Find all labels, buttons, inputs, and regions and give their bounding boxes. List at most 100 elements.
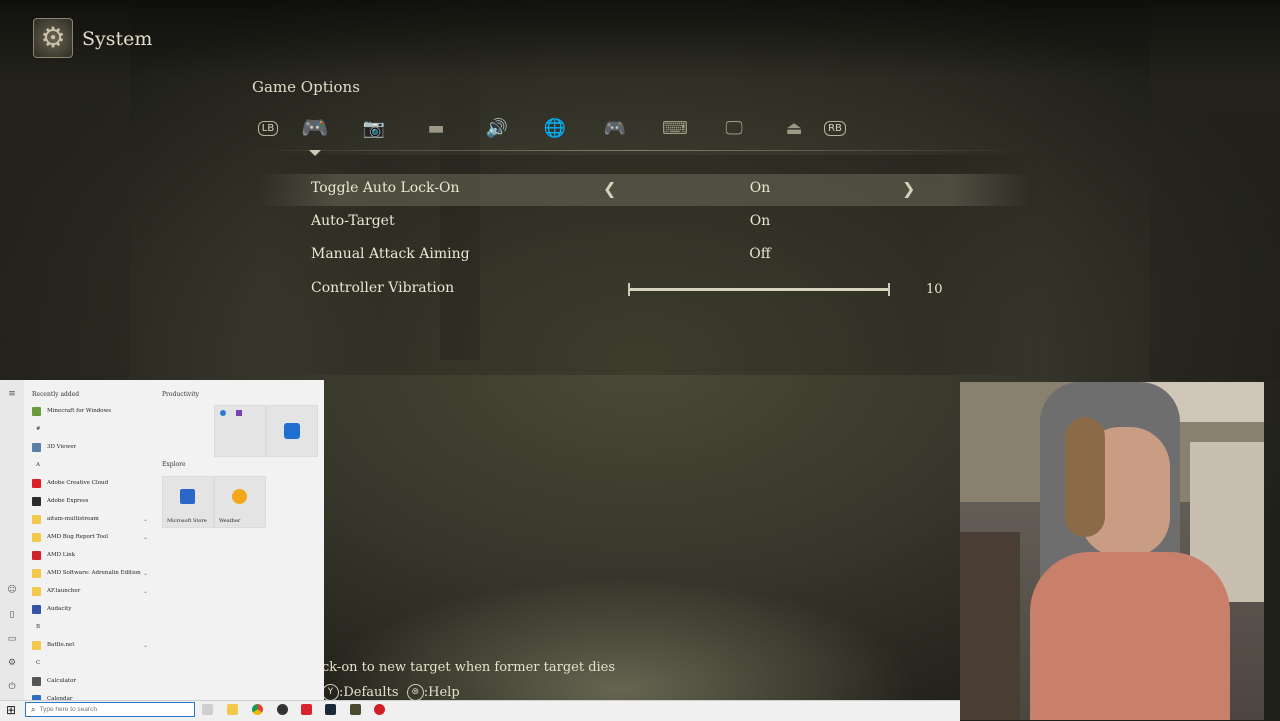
app-list-letter-header[interactable]: A: [36, 462, 40, 468]
chevron-down-icon[interactable]: ⌄: [143, 642, 148, 649]
system-header-bar: [0, 0, 1280, 78]
app-icon: [32, 604, 41, 614]
windows-start-icon[interactable]: ⊞: [4, 703, 18, 717]
app-list-item[interactable]: Calculator: [32, 674, 150, 688]
app-label: Adobe Express: [47, 498, 89, 504]
tab-network-icon[interactable]: 🌐: [537, 113, 573, 143]
tab-quit-icon[interactable]: ⏏: [776, 113, 812, 143]
app-list-item[interactable]: Adobe Creative Cloud: [32, 476, 150, 490]
productivity-header: Productivity: [162, 391, 200, 398]
adobe-icon[interactable]: [301, 704, 312, 715]
onenote-icon: [236, 410, 242, 416]
help-hint[interactable]: :Help: [424, 685, 460, 700]
microsoft-store-tile[interactable]: Microsoft Store: [162, 476, 214, 528]
task-view-icon[interactable]: [202, 704, 213, 715]
app-list-item[interactable]: AMD Link: [32, 548, 150, 562]
chevron-down-icon[interactable]: ⌄: [143, 570, 148, 577]
app-label: AMD Software: Adrenalin Edition: [47, 570, 141, 576]
option-label: Controller Vibration: [311, 280, 455, 296]
gear-icon: ⚙: [33, 18, 73, 58]
option-help-text: ck-on to new target when former target d…: [322, 660, 616, 675]
app-icon: [32, 478, 41, 488]
option-value: Off: [749, 246, 771, 262]
app-label: Adobe Creative Cloud: [47, 480, 109, 486]
app-label: aitum-multistream: [47, 516, 99, 522]
app-list-item[interactable]: aitum-multistream ⌄: [32, 512, 150, 526]
user-icon[interactable]: ☺: [6, 585, 18, 595]
app-label: AMD Link: [47, 552, 76, 558]
arrow-left-icon[interactable]: ❮: [603, 179, 616, 198]
file-explorer-icon[interactable]: [227, 704, 238, 715]
defaults-hint[interactable]: :Defaults: [339, 685, 398, 700]
rb-bumper-icon[interactable]: RB: [817, 113, 853, 143]
app-list-letter-header[interactable]: C: [36, 660, 40, 666]
taskbar-search-box[interactable]: ⌕: [25, 702, 195, 717]
app-list-item[interactable]: Minecraft for Windows: [32, 404, 150, 418]
app-list-item[interactable]: Adobe Express: [32, 494, 150, 508]
obs-icon[interactable]: [277, 704, 288, 715]
app-list-item[interactable]: Audacity: [32, 602, 150, 616]
app-list-item[interactable]: AMD Bug Report Tool ⌄: [32, 530, 150, 544]
steam-icon[interactable]: [325, 704, 336, 715]
settings-icon[interactable]: ⚙: [6, 658, 18, 668]
app-list-item[interactable]: AF.launcher ⌄: [32, 584, 150, 598]
option-label: Manual Attack Aiming: [311, 246, 470, 262]
chevron-down-icon[interactable]: ⌄: [143, 588, 148, 595]
tab-sound-icon[interactable]: 🔊: [479, 113, 515, 143]
option-label: Toggle Auto Lock-On: [311, 180, 460, 196]
tab-controls-icon[interactable]: 🎮: [597, 113, 633, 143]
start-menu-rail: ≡ ☺ ▯ ▭ ⚙ ⏻: [0, 380, 24, 700]
vibration-slider-track[interactable]: [629, 288, 889, 291]
tab-camera-icon[interactable]: 📷: [356, 113, 392, 143]
app-list-letter-header[interactable]: #: [36, 426, 41, 432]
option-toggle-auto-lock-on[interactable]: Toggle Auto Lock-On ❮ On ❯: [260, 174, 1030, 206]
option-manual-attack-aiming[interactable]: Manual Attack Aiming Off: [260, 240, 1030, 272]
app-list-item[interactable]: Battle.net ⌄: [32, 638, 150, 652]
outlook-tile[interactable]: [266, 405, 318, 457]
chrome-icon[interactable]: [252, 704, 263, 715]
tab-display-icon[interactable]: ▬: [418, 113, 454, 143]
app-label: Minecraft for Windows: [47, 408, 112, 414]
arrow-right-icon[interactable]: ❯: [902, 179, 915, 198]
app-label: Audacity: [47, 606, 72, 612]
outlook-icon: [220, 410, 226, 416]
option-label: Auto-Target: [311, 213, 395, 229]
outlook-icon: [284, 423, 300, 439]
app-label: AMD Bug Report Tool: [47, 534, 109, 540]
app-list-item[interactable]: AMD Software: Adrenalin Edition ⌄: [32, 566, 150, 580]
power-icon[interactable]: ⏻: [6, 682, 18, 692]
search-input[interactable]: [39, 706, 180, 713]
recently-added-header: Recently added: [32, 391, 80, 398]
red-app-icon[interactable]: [374, 704, 385, 715]
slider-min-tick: [628, 283, 630, 296]
chevron-down-icon[interactable]: ⌄: [143, 516, 148, 523]
app-icon: [32, 442, 41, 452]
lb-bumper-icon[interactable]: LB: [250, 113, 286, 143]
tab-monitor-icon[interactable]: 🖵: [716, 113, 752, 143]
option-auto-target[interactable]: Auto-Target On: [260, 207, 1030, 239]
pictures-icon[interactable]: ▭: [6, 634, 18, 644]
office-apps-tile[interactable]: [214, 405, 266, 457]
option-value: On: [749, 180, 771, 196]
button-hints: Y:Defaults ⊜:Help: [322, 684, 460, 701]
explore-header: Explore: [162, 461, 186, 468]
tab-keyboard-icon[interactable]: ⌨: [657, 113, 693, 143]
chevron-down-icon[interactable]: ⌄: [143, 534, 148, 541]
system-title: System: [82, 28, 153, 50]
sun-icon: [232, 489, 247, 504]
app-list-item[interactable]: 3D Viewer: [32, 440, 150, 454]
vibration-value: 10: [926, 282, 943, 297]
hamburger-icon[interactable]: ≡: [6, 389, 18, 399]
weather-tile[interactable]: Weather: [214, 476, 266, 528]
app-icon: [32, 532, 41, 542]
elden-ring-icon[interactable]: [350, 704, 361, 715]
documents-icon[interactable]: ▯: [6, 610, 18, 620]
tab-game-options-controller-icon[interactable]: 🎮: [297, 113, 333, 143]
app-icon: [32, 676, 41, 686]
app-icon: [32, 514, 41, 524]
app-label: Calculator: [47, 678, 77, 684]
y-button-icon: Y: [322, 684, 339, 701]
slider-handle[interactable]: [888, 283, 890, 296]
webcam-feed: [960, 382, 1264, 720]
app-list-letter-header[interactable]: B: [36, 624, 40, 630]
